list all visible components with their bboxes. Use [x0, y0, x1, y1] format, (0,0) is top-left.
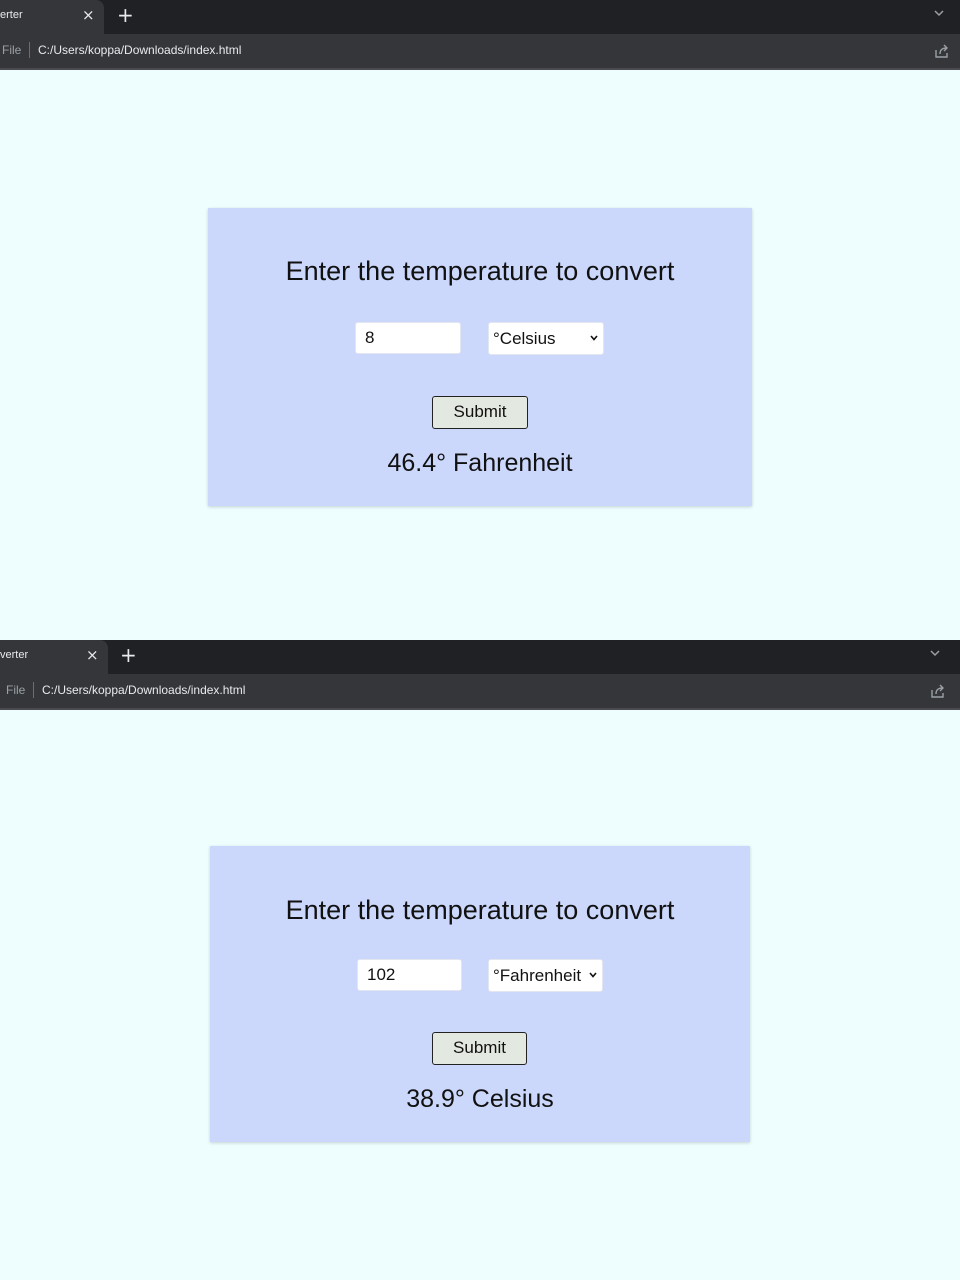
chevron-down-icon[interactable]: [928, 646, 942, 660]
browser-tab-bar: erter × +: [0, 0, 960, 34]
unit-select-value: °Fahrenheit: [493, 966, 582, 985]
page-title: Enter the temperature to convert: [285, 256, 675, 286]
unit-select[interactable]: °Celsius: [488, 322, 604, 355]
converter-panel: Enter the temperature to convert °Celsiu…: [208, 208, 752, 506]
new-tab-icon[interactable]: +: [117, 3, 134, 27]
submit-button[interactable]: Submit: [432, 1032, 527, 1065]
close-icon[interactable]: ×: [86, 646, 99, 664]
chevron-down-icon: [590, 335, 598, 341]
submit-button[interactable]: Submit: [432, 396, 528, 429]
conversion-result: 38.9° Celsius: [406, 1085, 554, 1113]
file-scheme-label: File: [6, 683, 26, 697]
unit-select-value: °Celsius: [493, 329, 556, 348]
unit-select[interactable]: °Fahrenheit: [488, 959, 603, 992]
share-icon[interactable]: [930, 683, 946, 699]
url-text[interactable]: C:/Users/koppa/Downloads/index.html: [42, 683, 245, 697]
converter-panel: Enter the temperature to convert °Fahren…: [210, 846, 750, 1142]
browser-tab[interactable]: erter ×: [0, 0, 104, 34]
address-divider: [33, 682, 34, 698]
new-tab-icon[interactable]: +: [120, 643, 137, 667]
chevron-down-icon: [589, 972, 597, 978]
screenshot-celsius-to-fahrenheit: erter × + File C:/Users/koppa/Downloads/…: [0, 0, 960, 640]
close-icon[interactable]: ×: [82, 6, 95, 24]
conversion-result: 46.4° Fahrenheit: [387, 449, 573, 477]
chevron-down-icon[interactable]: [932, 6, 946, 20]
address-bar[interactable]: File C:/Users/koppa/Downloads/index.html: [0, 34, 960, 70]
share-icon[interactable]: [934, 43, 950, 59]
address-bar[interactable]: File C:/Users/koppa/Downloads/index.html: [0, 674, 960, 710]
temperature-input[interactable]: [355, 322, 461, 354]
page-title: Enter the temperature to convert: [285, 895, 675, 925]
address-divider: [29, 42, 30, 58]
file-scheme-label: File: [2, 43, 22, 57]
tab-title: verter: [0, 649, 29, 661]
browser-tab[interactable]: verter ×: [0, 640, 108, 674]
tab-title: erter: [0, 9, 23, 21]
screenshot-fahrenheit-to-celsius: verter × + File C:/Users/koppa/Downloads…: [0, 640, 960, 1280]
url-text[interactable]: C:/Users/koppa/Downloads/index.html: [38, 43, 241, 57]
temperature-input[interactable]: [357, 959, 462, 991]
browser-tab-bar: verter × +: [0, 640, 960, 674]
